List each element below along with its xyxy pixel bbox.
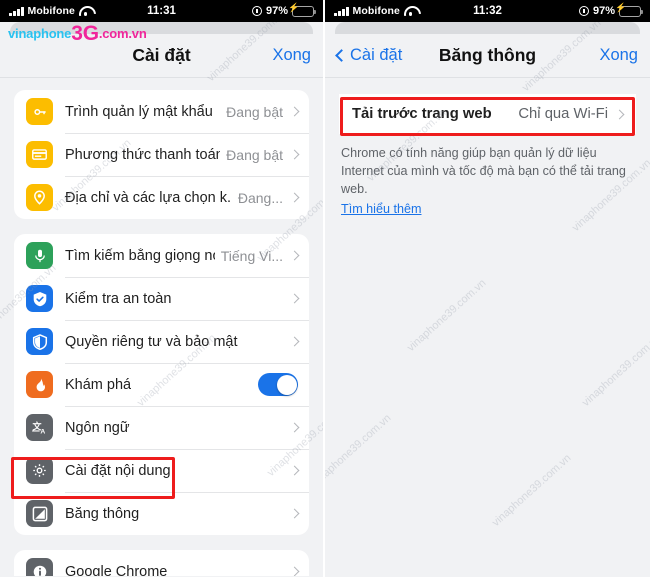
privacy-shield-icon	[26, 328, 53, 355]
site-logo-watermark: vinaphone3G.com.vn	[8, 22, 147, 46]
chevron-right-icon	[289, 106, 300, 117]
list-item-preload-webpages[interactable]: Tải trước trang web Chỉ qua Wi-Fi	[339, 94, 636, 134]
list-item-label: Trình quản lý mật khẩu	[65, 103, 213, 120]
chevron-right-icon	[289, 566, 300, 576]
list-item-label: Tìm kiếm bằng giọng nói	[65, 247, 215, 264]
list-item-password-manager[interactable]: Trình quản lý mật khẩu Đang bật	[14, 90, 309, 133]
list-item-value: Tiếng Vi...	[220, 247, 283, 264]
wifi-icon	[404, 6, 417, 17]
sheet-peek-handle	[335, 22, 640, 34]
discover-toggle-switch[interactable]	[258, 373, 298, 396]
list-item-label: Tải trước trang web	[352, 106, 492, 122]
chevron-right-icon	[289, 465, 300, 476]
password-key-icon	[26, 98, 53, 125]
list-item-safety-check[interactable]: Kiểm tra an toàn	[14, 277, 309, 320]
chevron-left-icon	[335, 49, 348, 62]
list-item-value: Đang bật	[226, 103, 283, 120]
list-item-value: Chỉ qua Wi-Fi	[518, 106, 608, 122]
list-item-value: Đang...	[237, 189, 283, 206]
right-status-bar: Mobifone 11:32 97% ⚡	[325, 0, 650, 22]
logo-text-part2: 3G	[71, 22, 99, 45]
list-item-label: Cài đặt nội dung	[65, 462, 171, 479]
left-status-bar: Mobifone 11:31 97% ⚡	[0, 0, 323, 22]
list-item-value: Đang bật	[226, 146, 283, 163]
chevron-right-icon	[289, 336, 300, 347]
list-item-voice-search[interactable]: Tìm kiếm bằng giọng nói Tiếng Vi...	[14, 234, 309, 277]
learn-more-link[interactable]: Tìm hiểu thêm	[341, 202, 422, 216]
microphone-icon	[26, 242, 53, 269]
list-item-addresses[interactable]: Địa chỉ và các lựa chọn k... Đang...	[14, 176, 309, 219]
back-button[interactable]: Cài đặt	[335, 46, 403, 65]
done-button[interactable]: Xong	[272, 46, 311, 65]
status-bar-left: Mobifone	[334, 5, 417, 17]
battery-charging-icon: ⚡	[288, 3, 317, 17]
right-navigation-bar: Cài đặt Băng thông Xong	[325, 34, 650, 78]
bandwidth-description-text: Chrome có tính năng giúp bạn quản lý dữ …	[341, 146, 626, 196]
carrier-label: Mobifone	[352, 5, 400, 17]
list-item-label: Google Chrome	[65, 563, 168, 577]
list-item-languages[interactable]: 文A Ngôn ngữ	[14, 406, 309, 449]
translate-language-icon: 文A	[26, 414, 53, 441]
list-item-label: Kiểm tra an toàn	[65, 290, 172, 307]
chevron-right-icon	[289, 192, 300, 203]
battery-percent-label: 97%	[265, 5, 288, 17]
rotation-lock-icon	[578, 6, 589, 16]
battery-percent-label: 97%	[592, 5, 615, 17]
wifi-icon	[79, 6, 92, 17]
info-circle-icon	[26, 558, 53, 576]
logo-text-part1: vinaphone	[8, 26, 72, 41]
right-phone-screen: Mobifone 11:32 97% ⚡ Cài đặt Băng thông …	[325, 0, 650, 577]
chevron-right-icon	[289, 149, 300, 160]
settings-group-basics: Tìm kiếm bằng giọng nói Tiếng Vi... Kiểm…	[14, 234, 309, 535]
chevron-right-icon	[614, 109, 625, 119]
chevron-right-icon	[289, 293, 300, 304]
settings-group-preload: Tải trước trang web Chỉ qua Wi-Fi	[339, 94, 636, 134]
status-bar-right: 97% ⚡	[251, 3, 317, 17]
done-button[interactable]: Xong	[599, 46, 638, 65]
credit-card-icon	[26, 141, 53, 168]
list-item-content-settings[interactable]: Cài đặt nội dung	[14, 449, 309, 492]
settings-group-autofill: Trình quản lý mật khẩu Đang bật Phương t…	[14, 90, 309, 219]
carrier-label: Mobifone	[27, 5, 75, 17]
left-phone-screen: Mobifone 11:31 97% ⚡ vinaphone3G.com.vn …	[0, 0, 325, 577]
chevron-right-icon	[289, 250, 300, 261]
cellular-signal-icon	[9, 6, 24, 16]
right-settings-content: Tải trước trang web Chỉ qua Wi-Fi Chrome…	[325, 78, 650, 576]
list-item-payment-methods[interactable]: Phương thức thanh toán Đang bật	[14, 133, 309, 176]
list-item-label: Khám phá	[65, 376, 132, 393]
logo-text-part3: .com.vn	[98, 26, 147, 41]
back-button-label: Cài đặt	[350, 46, 403, 64]
list-item-google-chrome[interactable]: Google Chrome	[14, 550, 309, 576]
rotation-lock-icon	[251, 6, 262, 16]
list-item-bandwidth[interactable]: Băng thông	[14, 492, 309, 535]
safety-check-icon	[26, 285, 53, 312]
svg-text:A: A	[40, 428, 45, 435]
cellular-signal-icon	[334, 6, 349, 16]
chevron-right-icon	[289, 508, 300, 519]
content-settings-gear-icon	[26, 457, 53, 484]
list-item-label: Băng thông	[65, 505, 140, 522]
left-settings-list: Trình quản lý mật khẩu Đang bật Phương t…	[0, 78, 323, 576]
dual-screenshot-container: Mobifone 11:31 97% ⚡ vinaphone3G.com.vn …	[0, 0, 650, 577]
discover-flame-icon	[26, 371, 53, 398]
list-item-discover[interactable]: Khám phá	[14, 363, 309, 406]
bandwidth-icon	[26, 500, 53, 527]
status-bar-left: Mobifone	[9, 5, 92, 17]
list-item-label: Quyền riêng tư và bảo mật	[65, 333, 238, 350]
list-item-label: Phương thức thanh toán	[65, 146, 221, 163]
list-item-privacy-security[interactable]: Quyền riêng tư và bảo mật	[14, 320, 309, 363]
status-bar-right: 97% ⚡	[578, 3, 644, 17]
location-pin-icon	[26, 184, 53, 211]
settings-group-about: Google Chrome	[14, 550, 309, 576]
list-item-label: Địa chỉ và các lựa chọn k...	[65, 189, 232, 206]
battery-charging-icon: ⚡	[615, 3, 644, 17]
list-item-label: Ngôn ngữ	[65, 419, 130, 436]
chevron-right-icon	[289, 422, 300, 433]
